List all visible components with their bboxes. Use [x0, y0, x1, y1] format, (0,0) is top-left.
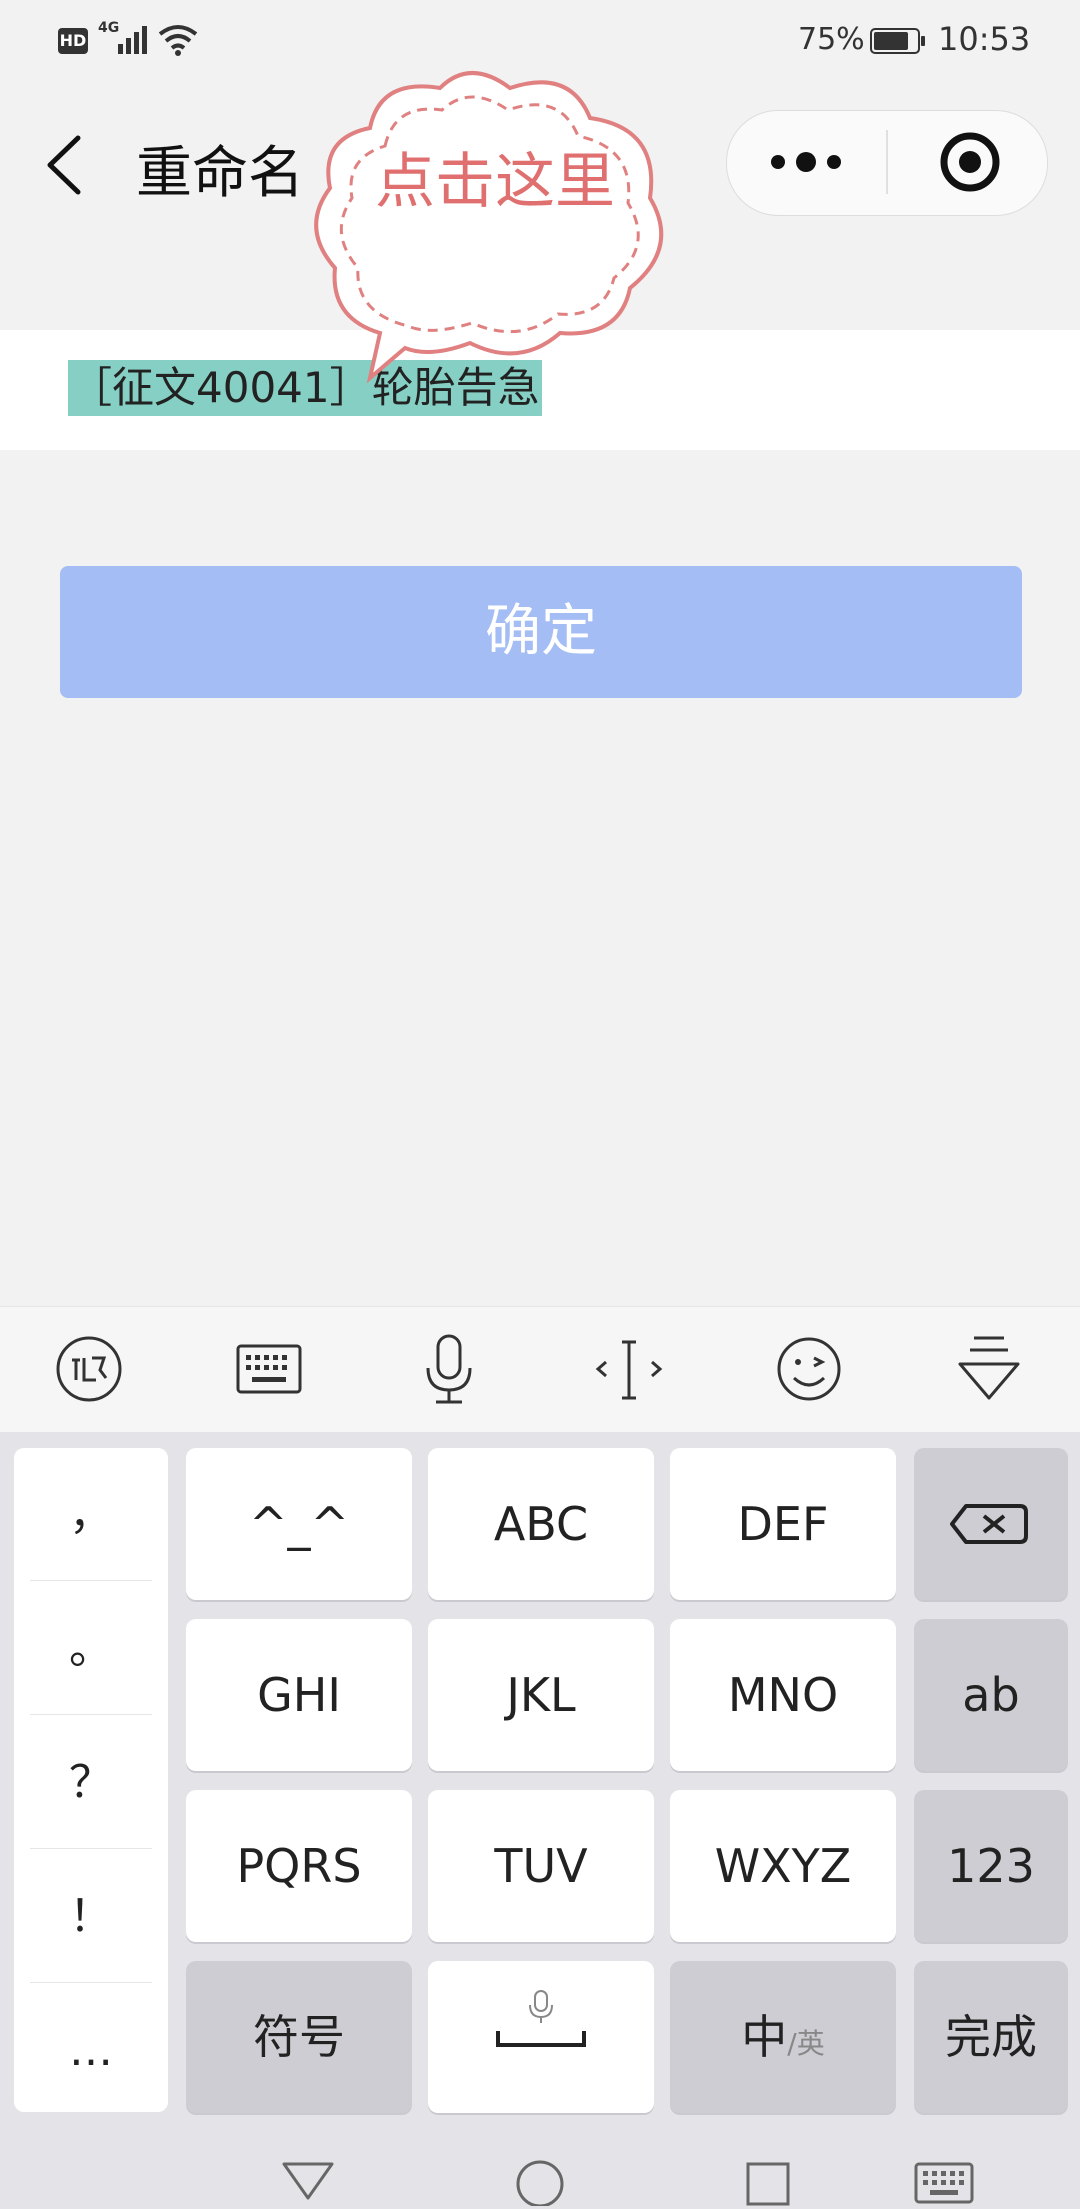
key-ghi[interactable]: GHI	[186, 1619, 412, 1771]
key-tuv[interactable]: TUV	[428, 1790, 654, 1942]
key-symbols[interactable]: 符号	[186, 1961, 412, 2113]
keyboard-switch-icon[interactable]	[912, 2160, 976, 2206]
xunfei-logo-icon[interactable]	[44, 1326, 134, 1412]
microphone-icon[interactable]	[404, 1326, 494, 1412]
backspace-key[interactable]	[914, 1448, 1068, 1600]
key-wxyz[interactable]: WXYZ	[670, 1790, 896, 1942]
keyboard-icon[interactable]	[224, 1326, 314, 1412]
punct-key-comma[interactable]: ，	[14, 1448, 168, 1582]
more-dots-icon[interactable]	[726, 110, 886, 214]
confirm-button[interactable]: 确定	[60, 566, 1022, 698]
space-key[interactable]	[428, 1961, 654, 2113]
back-icon[interactable]	[278, 2158, 338, 2202]
lang-sub-label: /英	[787, 2027, 825, 2060]
key-jkl[interactable]: JKL	[428, 1619, 654, 1771]
battery-icon	[870, 28, 925, 54]
signal-icon	[118, 26, 147, 54]
punct-divider	[30, 1580, 152, 1581]
battery-percent: 75%	[798, 22, 865, 57]
punct-divider	[30, 1982, 152, 1983]
key-ab[interactable]: ab	[914, 1619, 1068, 1771]
lang-main-label: 中	[741, 2010, 788, 2064]
key-emoticon[interactable]: ^_^	[186, 1448, 412, 1600]
key-pqrs[interactable]: PQRS	[186, 1790, 412, 1942]
page-title: 重命名	[136, 141, 304, 206]
target-icon[interactable]	[888, 110, 1046, 214]
wifi-icon	[158, 25, 198, 56]
home-icon[interactable]	[512, 2158, 568, 2206]
punct-key-ellipsis[interactable]: …	[14, 1984, 168, 2118]
done-key[interactable]: 完成	[914, 1961, 1068, 2113]
hd-badge: HD	[58, 28, 88, 54]
punct-key-exclaim[interactable]: ！	[14, 1850, 168, 1984]
space-mic-icon	[496, 1990, 586, 2047]
punct-divider	[30, 1714, 152, 1715]
clock: 10:53	[938, 20, 1031, 58]
key-def[interactable]: DEF	[670, 1448, 896, 1600]
punct-divider	[30, 1848, 152, 1849]
callout-text: 点击这里	[375, 147, 615, 217]
cursor-icon[interactable]	[584, 1326, 674, 1412]
key-123[interactable]: 123	[914, 1790, 1068, 1942]
collapse-keyboard-icon[interactable]	[944, 1326, 1034, 1412]
recents-icon[interactable]	[744, 2158, 794, 2206]
punct-key-period[interactable]: 。	[14, 1582, 168, 1716]
back-button[interactable]	[40, 130, 90, 200]
key-language-toggle[interactable]: 中/英	[670, 1961, 896, 2113]
emoji-icon[interactable]	[764, 1326, 854, 1412]
callout-bubble	[314, 71, 664, 384]
key-mno[interactable]: MNO	[670, 1619, 896, 1771]
backspace-icon	[950, 1504, 1028, 1544]
punct-key-question[interactable]: ？	[14, 1716, 168, 1850]
keyboard-toolbar	[0, 1306, 1080, 1433]
key-abc[interactable]: ABC	[428, 1448, 654, 1600]
